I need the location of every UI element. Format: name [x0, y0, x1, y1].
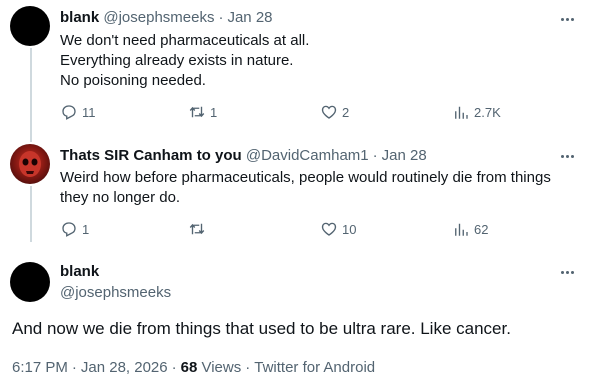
- author-handle[interactable]: @josephsmeeks: [60, 283, 171, 303]
- like-icon: [321, 105, 337, 119]
- tweet-line: We don't need pharmaceuticals at all.: [60, 32, 310, 49]
- tweet-date[interactable]: Jan 28: [227, 9, 272, 26]
- tweet-text: We don't need pharmaceuticals at all. Ev…: [60, 31, 309, 91]
- retweet-button[interactable]: 1: [188, 102, 217, 122]
- retweet-button[interactable]: [188, 219, 210, 239]
- views-icon: [455, 223, 468, 236]
- avatar[interactable]: [10, 144, 50, 184]
- views-button[interactable]: 2.7K: [452, 102, 501, 122]
- skull-mask-image: [19, 151, 41, 177]
- tweet-time[interactable]: 6:17 PM: [12, 359, 68, 376]
- author-name[interactable]: Thats SIR Canham to you: [60, 147, 242, 164]
- tweet-header: blank @josephsmeeks · Jan 28: [60, 8, 273, 28]
- more-icon[interactable]: [557, 9, 577, 29]
- author-name[interactable]: blank: [60, 262, 99, 282]
- avatar[interactable]: [10, 6, 50, 46]
- tweet-footer: 6:17 PM · Jan 28, 2026 · 68 Views · Twitter fo…: [12, 358, 375, 378]
- separator: ·: [245, 359, 251, 376]
- separator: ·: [171, 359, 177, 376]
- reply-icon: [62, 222, 76, 237]
- tweet-full-date[interactable]: Jan 28, 2026: [81, 359, 168, 376]
- tweet-source: Twitter for Android: [254, 359, 376, 376]
- views-label: Views: [201, 359, 242, 376]
- more-icon[interactable]: [557, 262, 577, 282]
- like-count: 10: [342, 221, 357, 237]
- separator: ·: [218, 9, 224, 26]
- views-count: 2.7K: [474, 104, 501, 120]
- author-handle[interactable]: @josephsmeeks: [103, 9, 214, 26]
- like-icon: [321, 222, 337, 236]
- reply-count: 1: [82, 221, 90, 237]
- thread-connector: [30, 48, 32, 142]
- retweet-icon: [189, 223, 205, 235]
- tweet-line: Weird how before pharmaceuticals, people…: [60, 169, 551, 186]
- tweet-date[interactable]: Jan 28: [382, 147, 427, 164]
- more-icon[interactable]: [557, 146, 577, 166]
- like-button[interactable]: 10: [320, 219, 356, 239]
- retweet-icon: [189, 106, 205, 118]
- separator: ·: [372, 147, 378, 164]
- like-button[interactable]: 2: [320, 102, 349, 122]
- reply-button[interactable]: 11: [60, 102, 96, 122]
- tweet-line: they no longer do.: [60, 189, 181, 206]
- separator: ·: [71, 359, 77, 376]
- tweet-line: Everything already exists in nature.: [60, 52, 294, 69]
- author-handle[interactable]: @DavidCamham1: [246, 147, 369, 164]
- avatar[interactable]: [10, 262, 50, 302]
- views-count: 62: [474, 221, 489, 237]
- view-count: 68: [180, 359, 198, 376]
- retweet-count: 1: [210, 104, 218, 120]
- like-count: 2: [342, 104, 350, 120]
- views-icon: [455, 106, 468, 119]
- reply-button[interactable]: 1: [60, 219, 89, 239]
- author-name[interactable]: blank: [60, 9, 99, 26]
- tweet-line: No poisoning needed.: [60, 72, 206, 89]
- views-button[interactable]: 62: [452, 219, 488, 239]
- thread-connector: [30, 186, 32, 242]
- reply-count: 11: [82, 104, 96, 120]
- tweet-header: Thats SIR Canham to you @DavidCamham1 · Ja…: [60, 146, 427, 166]
- reply-icon: [62, 105, 76, 120]
- tweet-text: Weird how before pharmaceuticals, people…: [60, 168, 551, 208]
- focused-tweet-text: And now we die from things that used to …: [12, 319, 511, 338]
